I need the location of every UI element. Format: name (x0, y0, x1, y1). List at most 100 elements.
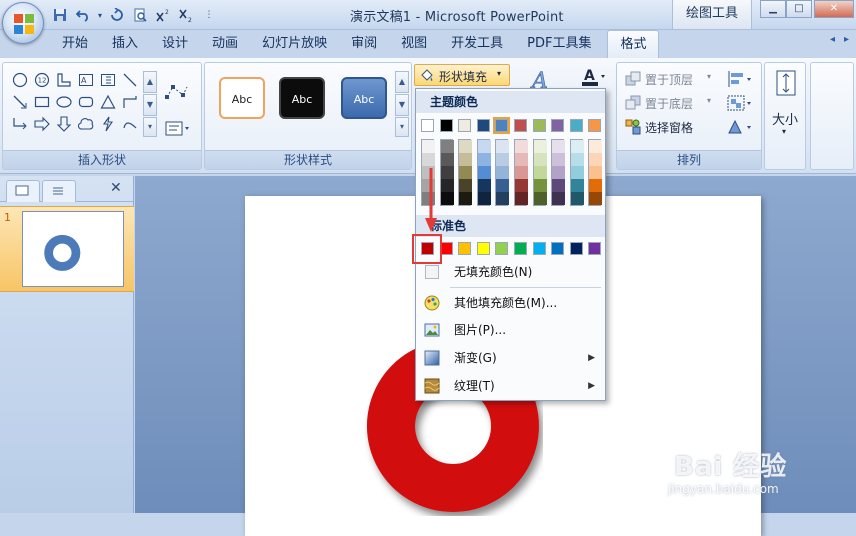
theme-tint-swatch[interactable] (459, 166, 473, 179)
theme-tint-swatch[interactable] (440, 153, 454, 166)
elbow-connector-shape[interactable] (119, 91, 141, 113)
maximize-button[interactable]: □ (786, 0, 812, 18)
texture-fill-item[interactable]: 纹理(T) ▶ (416, 373, 605, 399)
ellipse-shape[interactable] (53, 91, 75, 113)
theme-tint-swatch[interactable] (477, 179, 491, 192)
theme-tint-swatch[interactable] (570, 179, 584, 192)
theme-tint-swatch[interactable] (515, 179, 528, 192)
styles-more[interactable]: ▾ (395, 117, 409, 137)
theme-tint-swatch[interactable] (533, 140, 547, 153)
shape-fill-button[interactable]: 形状填充 ▾ (414, 64, 510, 86)
theme-tint-swatch[interactable] (496, 192, 510, 205)
triangle-shape[interactable] (97, 91, 119, 113)
theme-tint-swatch[interactable] (589, 192, 603, 205)
tab-slideshow[interactable]: 幻灯片放映 (250, 30, 339, 58)
theme-tint-swatch[interactable] (533, 192, 547, 205)
no-fill-item[interactable]: 无填充颜色(N) (416, 259, 605, 285)
ribbon-expand-icon[interactable]: ▸ (844, 34, 856, 50)
print-preview-button[interactable] (130, 5, 150, 25)
number-shape[interactable]: 12 (31, 69, 53, 91)
theme-tint-swatch[interactable] (589, 166, 603, 179)
styles-scroll-down[interactable]: ▼ (395, 94, 409, 116)
selection-pane-button[interactable]: 选择窗格 (623, 117, 717, 137)
standard-color-swatch[interactable] (514, 242, 527, 255)
theme-tint-swatch[interactable] (570, 166, 584, 179)
down-arrow-shape[interactable] (53, 113, 75, 135)
theme-tint-swatch[interactable] (477, 153, 491, 166)
standard-color-swatch[interactable] (476, 242, 490, 255)
standard-color-swatch[interactable] (458, 242, 472, 255)
edit-shape-button[interactable] (163, 81, 193, 103)
shapes-scroll-down[interactable]: ▼ (143, 94, 157, 116)
tab-insert[interactable]: 插入 (100, 30, 150, 58)
tab-view[interactable]: 视图 (389, 30, 439, 58)
ribbon-help-icon[interactable]: ◂ (830, 34, 844, 50)
rectangle-shape[interactable] (31, 91, 53, 113)
tab-home[interactable]: 开始 (50, 30, 100, 58)
theme-color-swatch[interactable] (588, 119, 602, 132)
theme-color-swatch[interactable] (551, 119, 565, 132)
theme-tint-swatch[interactable] (552, 179, 566, 192)
style-swatch-white[interactable]: Abc (219, 77, 265, 119)
slide-thumbnail-item[interactable]: 1 (0, 206, 134, 292)
theme-tint-swatch[interactable] (496, 166, 510, 179)
vertical-textbox-shape[interactable] (97, 69, 119, 91)
outline-tab[interactable] (42, 180, 76, 202)
textbox-button[interactable] (163, 119, 193, 139)
cloud-shape[interactable] (75, 113, 97, 135)
theme-tint-swatch[interactable] (570, 192, 584, 205)
theme-tint-swatch[interactable] (533, 166, 547, 179)
bring-to-front-button[interactable]: 置于顶层 ▾ (623, 69, 717, 89)
theme-tint-swatch[interactable] (589, 153, 603, 166)
style-swatch-black[interactable]: Abc (279, 77, 325, 119)
theme-tint-swatch[interactable] (515, 153, 528, 166)
standard-color-swatch[interactable] (532, 242, 546, 255)
theme-tint-swatch[interactable] (552, 153, 566, 166)
arrow-line-shape[interactable] (9, 91, 31, 113)
theme-tint-swatch[interactable] (589, 179, 603, 192)
theme-tint-swatch[interactable] (570, 140, 584, 153)
standard-color-swatch[interactable] (588, 242, 602, 255)
theme-tint-swatch[interactable] (440, 166, 454, 179)
theme-tint-swatch[interactable] (422, 140, 435, 153)
theme-tint-swatch[interactable] (570, 153, 584, 166)
shapes-more[interactable]: ▾ (143, 117, 157, 137)
tab-pdf-tools[interactable]: PDF工具集 (515, 30, 603, 58)
undo-button[interactable] (73, 5, 93, 25)
text-fill-button[interactable]: A (578, 66, 608, 88)
theme-tint-swatch[interactable] (533, 153, 547, 166)
close-button[interactable]: ✕ (814, 0, 854, 18)
theme-tint-swatch[interactable] (459, 179, 473, 192)
style-swatch-blue[interactable]: Abc (341, 77, 387, 119)
theme-tint-swatch[interactable] (440, 179, 454, 192)
standard-color-swatch[interactable] (495, 242, 509, 255)
styles-scroll-up[interactable]: ▲ (395, 71, 409, 93)
theme-color-swatch[interactable] (421, 119, 434, 132)
theme-tint-swatch[interactable] (589, 140, 603, 153)
theme-tint-swatch[interactable] (515, 192, 528, 205)
standard-color-swatch[interactable] (569, 242, 583, 255)
theme-tint-swatch[interactable] (459, 140, 473, 153)
more-fill-colors-item[interactable]: 其他填充颜色(M)... (416, 290, 605, 316)
tab-animation[interactable]: 动画 (200, 30, 250, 58)
gradient-fill-item[interactable]: 渐变(G) ▶ (416, 345, 605, 371)
theme-color-swatch[interactable] (569, 119, 583, 132)
superscript-button[interactable]: 2 (153, 5, 173, 25)
arc-shape[interactable] (119, 113, 141, 135)
theme-tint-swatch[interactable] (459, 153, 473, 166)
align-button[interactable] (725, 69, 755, 89)
right-arrow-shape[interactable] (31, 113, 53, 135)
office-button[interactable] (2, 2, 44, 44)
theme-tint-swatch[interactable] (477, 192, 491, 205)
group-objects-button[interactable] (725, 93, 755, 113)
redo-button[interactable] (107, 5, 127, 25)
theme-tint-swatch[interactable] (533, 179, 547, 192)
corner-shape[interactable] (53, 69, 75, 91)
theme-color-swatch[interactable] (532, 119, 546, 132)
standard-color-swatch[interactable] (551, 242, 565, 255)
size-button[interactable]: 大小 ▾ (767, 67, 805, 143)
tab-review[interactable]: 审阅 (339, 30, 389, 58)
rounded-rect-shape[interactable] (75, 91, 97, 113)
theme-color-swatch[interactable] (514, 119, 527, 132)
theme-tint-swatch[interactable] (496, 153, 510, 166)
